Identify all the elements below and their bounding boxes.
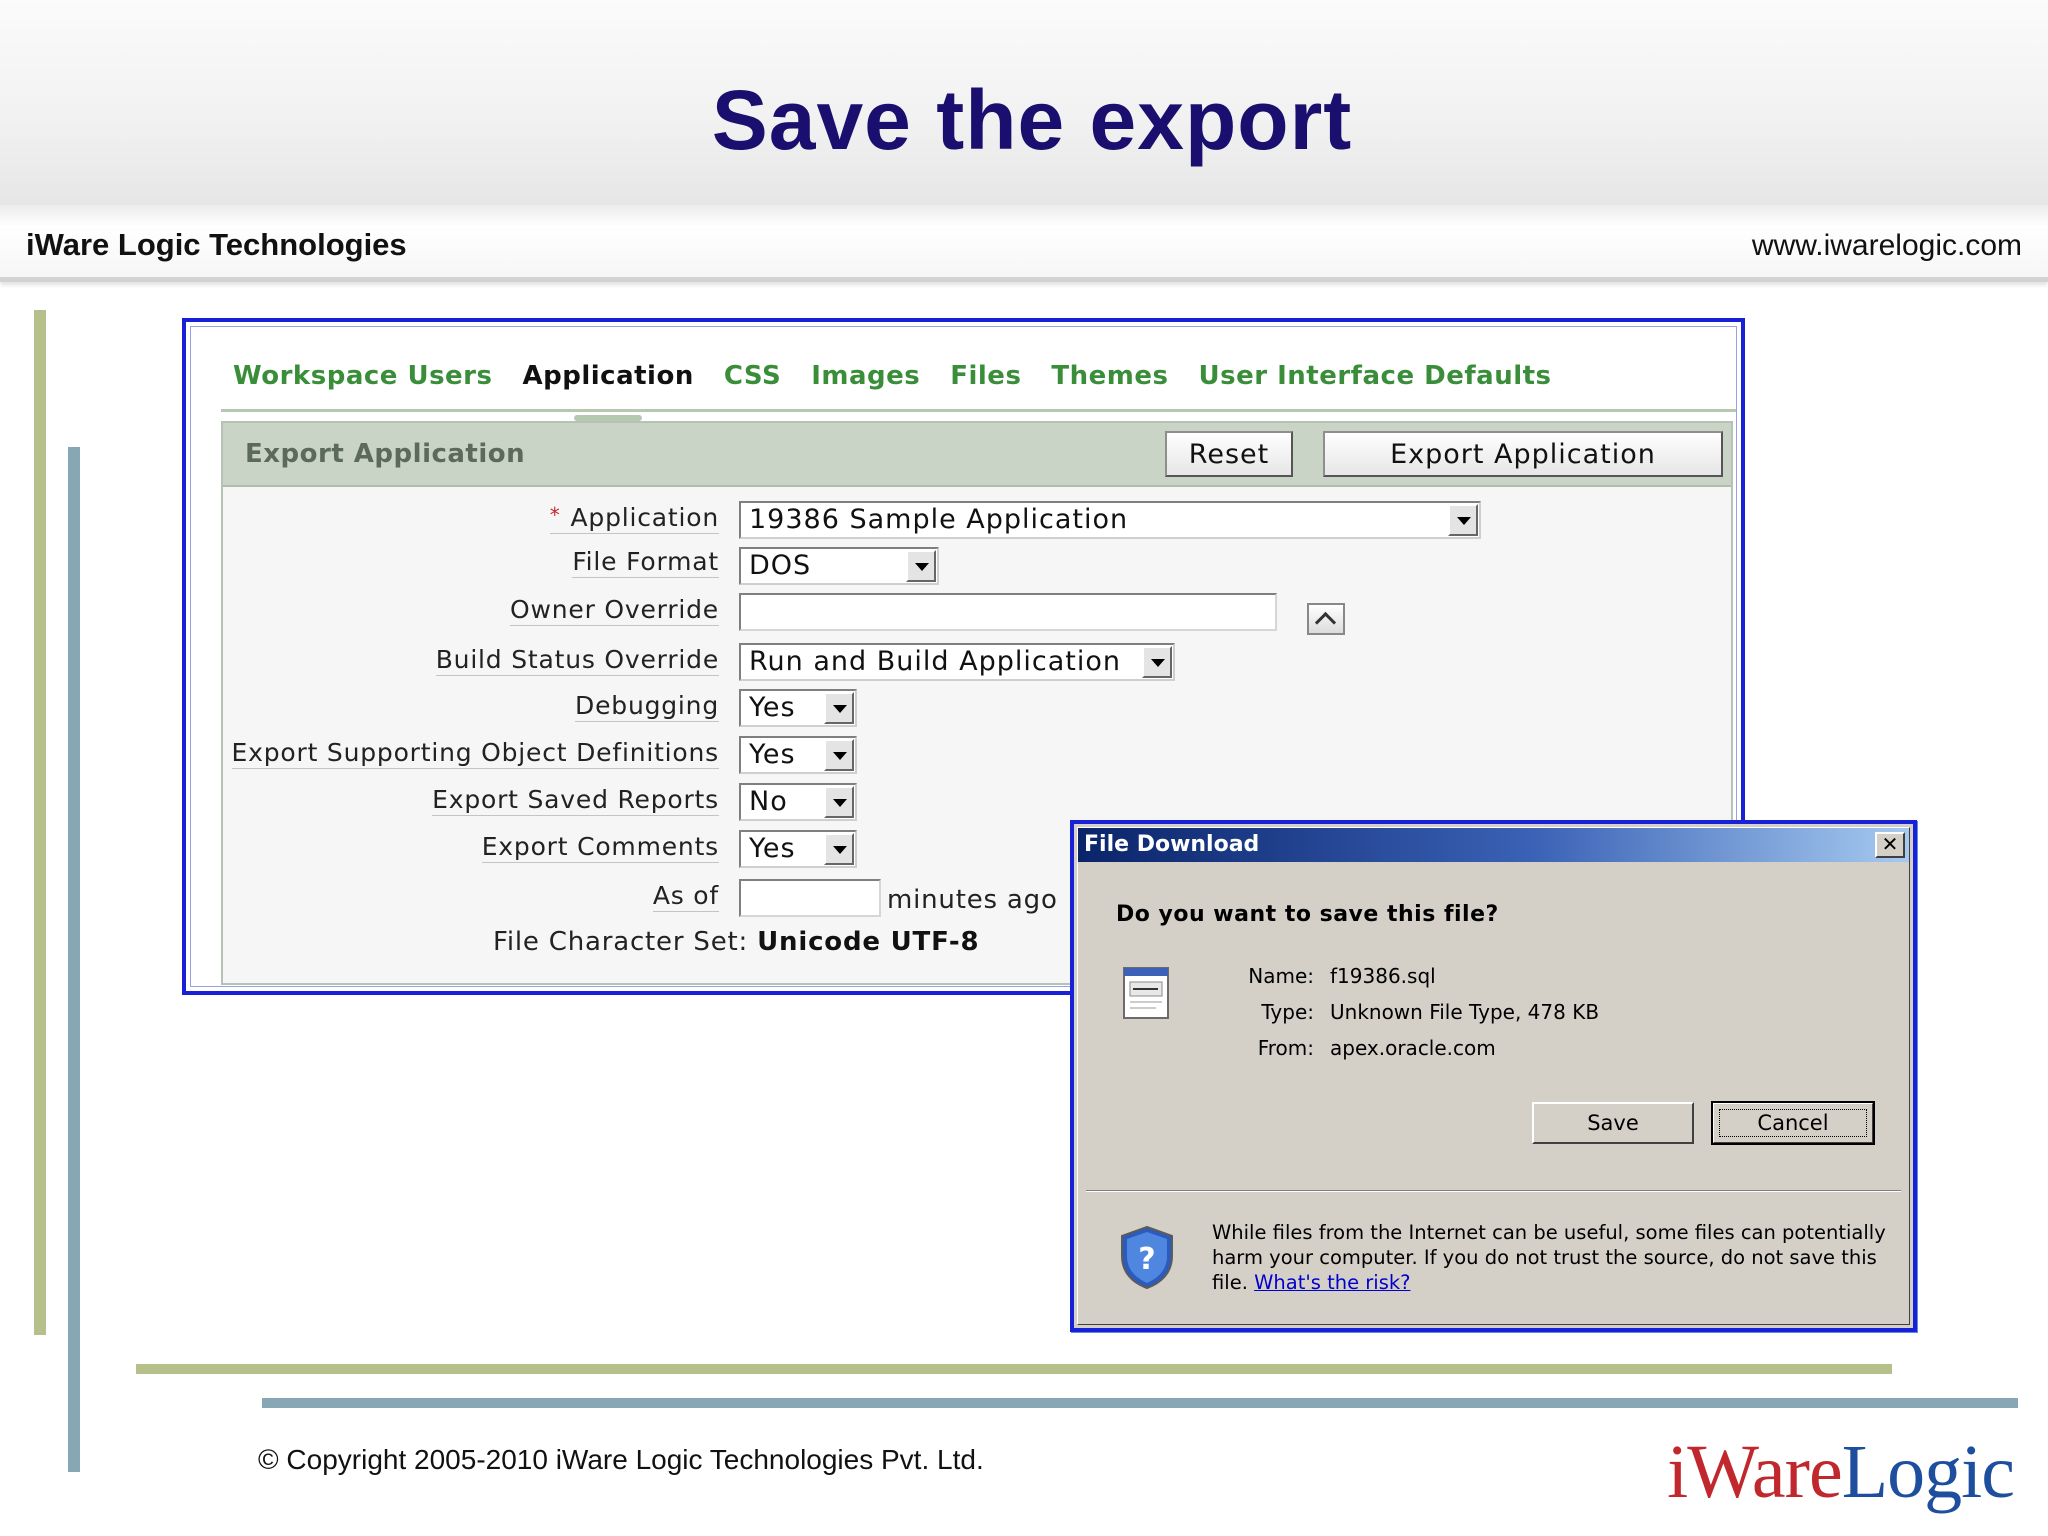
build-status-value: Run and Build Application: [749, 646, 1121, 677]
region-title: Export Application: [245, 439, 526, 469]
dialog-body: File Download ✕ Do you want to save this…: [1077, 827, 1910, 1325]
file-icon: [1123, 967, 1169, 1019]
tabs-divider: [221, 409, 1736, 412]
export-application-button[interactable]: Export Application: [1323, 431, 1723, 477]
file-download-dialog: File Download ✕ Do you want to save this…: [1070, 820, 1917, 1332]
save-button[interactable]: Save: [1532, 1102, 1694, 1144]
dialog-separator: [1086, 1190, 1901, 1192]
comments-label: Export Comments: [481, 832, 719, 863]
cancel-button[interactable]: Cancel: [1711, 1101, 1875, 1145]
debugging-select[interactable]: Yes: [739, 689, 857, 727]
debugging-value: Yes: [749, 692, 796, 723]
focus-rect: [1719, 1109, 1867, 1137]
supporting-objects-label: Export Supporting Object Definitions: [231, 738, 719, 769]
company-band: iWare Logic Technologies www.iwarelogic.…: [0, 205, 2048, 282]
tab-css[interactable]: CSS: [709, 361, 796, 401]
file-format-select[interactable]: DOS: [739, 547, 939, 585]
decor-bar-horizontal-blue: [262, 1398, 2018, 1408]
minutes-ago-text: minutes ago: [887, 885, 1058, 915]
company-name: iWare Logic Technologies: [26, 227, 407, 262]
tab-files[interactable]: Files: [935, 361, 1036, 401]
debugging-label: Debugging: [575, 691, 719, 722]
chevron-down-icon[interactable]: [824, 692, 854, 724]
file-name-label: Name:: [1248, 964, 1314, 988]
brand-logo: iWareLogic: [1667, 1430, 2015, 1514]
chevron-down-icon[interactable]: [824, 833, 854, 865]
decor-bar-vertical-green: [34, 310, 46, 1335]
file-from-value: apex.oracle.com: [1330, 1036, 1496, 1060]
file-format-value: DOS: [749, 550, 812, 581]
application-value: 19386 Sample Application: [749, 504, 1129, 535]
application-select[interactable]: 19386 Sample Application: [739, 501, 1481, 539]
supporting-objects-value: Yes: [749, 739, 796, 770]
logo-part-2: Logic: [1841, 1430, 2015, 1514]
as-of-input[interactable]: [739, 879, 881, 917]
dialog-question: Do you want to save this file?: [1116, 902, 1499, 927]
dialog-title: File Download: [1084, 832, 1260, 857]
build-status-select[interactable]: Run and Build Application: [739, 643, 1175, 681]
slide-title: Save the export: [711, 73, 1353, 167]
company-website: www.iwarelogic.com: [1751, 229, 2022, 262]
saved-reports-value: No: [749, 786, 788, 817]
chevron-down-icon[interactable]: [1448, 504, 1478, 536]
chevron-down-icon[interactable]: [824, 739, 854, 771]
shield-question-icon: ?: [1121, 1225, 1173, 1290]
saved-reports-select[interactable]: No: [739, 783, 857, 821]
tab-application[interactable]: Application: [507, 361, 708, 401]
owner-override-input[interactable]: [739, 593, 1277, 631]
file-from-label: From:: [1257, 1036, 1314, 1060]
decor-bar-horizontal-green: [136, 1364, 1892, 1374]
whats-the-risk-link[interactable]: What's the risk?: [1254, 1271, 1410, 1294]
svg-text:?: ?: [1138, 1242, 1155, 1277]
warning-text: While files from the Internet can be use…: [1212, 1220, 1888, 1295]
comments-value: Yes: [749, 833, 796, 864]
reset-button[interactable]: Reset: [1165, 431, 1293, 477]
popup-lov-icon[interactable]: [1307, 603, 1345, 635]
region-header: Export Application Reset Export Applicat…: [223, 423, 1731, 487]
tab-themes[interactable]: Themes: [1036, 361, 1183, 401]
tab-user-interface-defaults[interactable]: User Interface Defaults: [1184, 361, 1567, 401]
chevron-down-icon[interactable]: [824, 786, 854, 818]
close-icon[interactable]: ✕: [1875, 832, 1905, 858]
application-label: * Application: [549, 503, 719, 534]
tab-bar: Workspace Users Application CSS Images F…: [233, 361, 1567, 401]
file-format-label: File Format: [572, 547, 719, 578]
dialog-title-bar: File Download ✕: [1078, 828, 1909, 862]
charset-label: File Character Set:: [493, 927, 749, 957]
decor-bar-vertical-blue: [68, 447, 80, 1472]
file-type-value: Unknown File Type, 478 KB: [1330, 1000, 1600, 1024]
chevron-down-icon[interactable]: [1142, 646, 1172, 678]
logo-part-1: iWare: [1667, 1430, 1843, 1514]
tab-workspace-users[interactable]: Workspace Users: [233, 361, 507, 401]
build-status-label: Build Status Override: [435, 645, 719, 676]
chevron-down-icon[interactable]: [906, 550, 936, 582]
application-label-text: Application: [570, 503, 719, 532]
owner-override-label: Owner Override: [510, 595, 719, 626]
supporting-objects-select[interactable]: Yes: [739, 736, 857, 774]
file-name-value: f19386.sql: [1330, 964, 1436, 988]
tab-images[interactable]: Images: [796, 361, 935, 401]
charset-row: File Character Set: Unicode UTF-8: [493, 927, 979, 957]
saved-reports-label: Export Saved Reports: [432, 785, 719, 816]
as-of-label: As of: [652, 881, 719, 912]
copyright-text: © Copyright 2005-2010 iWare Logic Techno…: [258, 1444, 984, 1475]
comments-select[interactable]: Yes: [739, 830, 857, 868]
required-icon: *: [549, 503, 561, 527]
file-type-label: Type:: [1261, 1000, 1314, 1024]
charset-value: Unicode UTF-8: [757, 927, 980, 957]
